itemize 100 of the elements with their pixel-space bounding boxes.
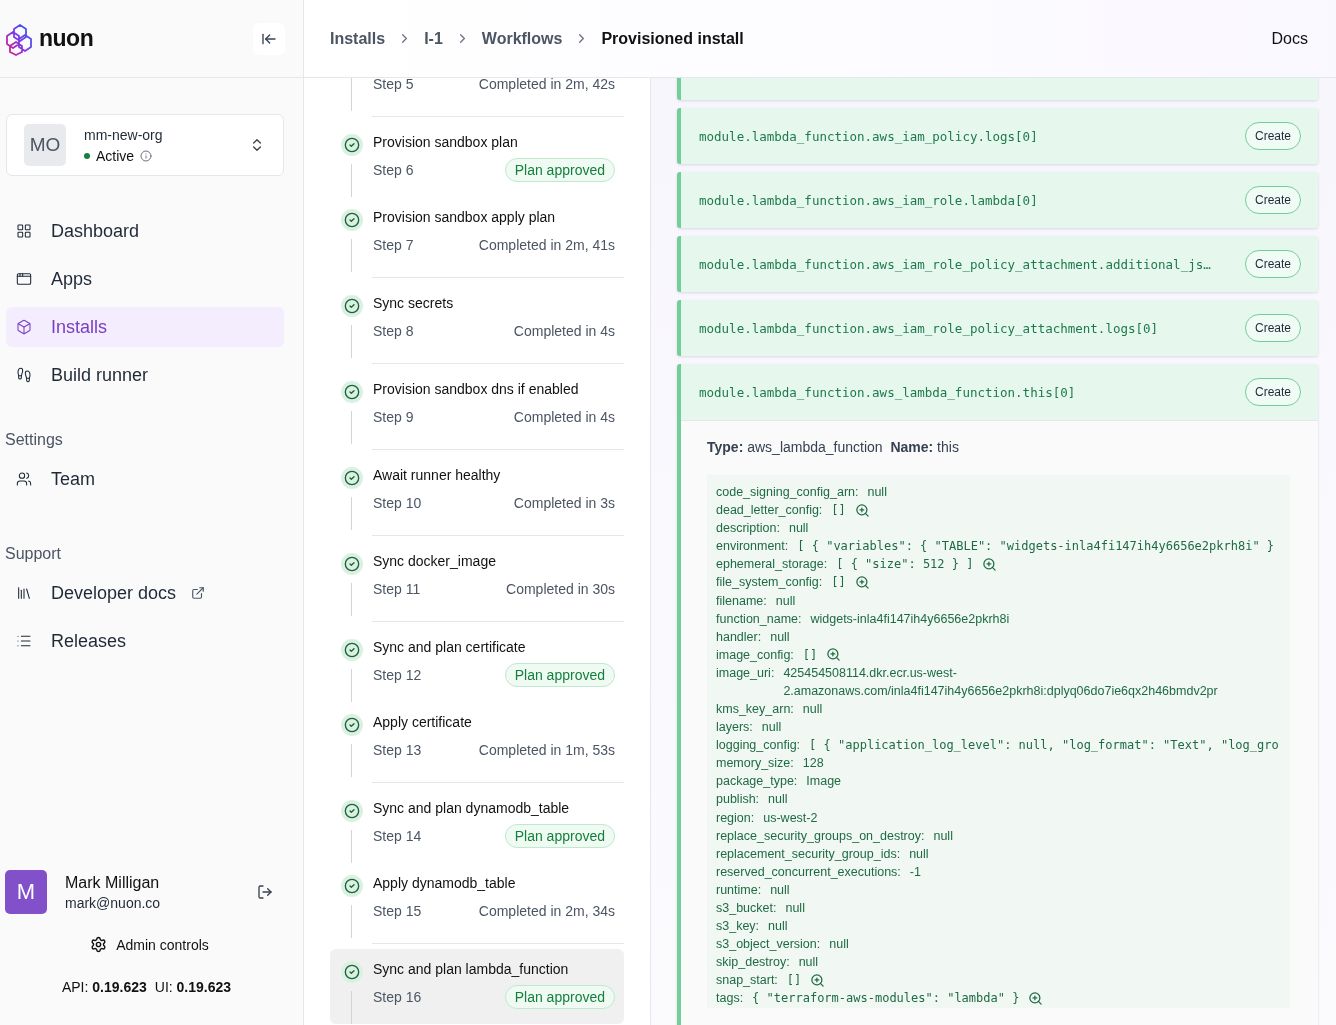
attribute-value: null — [867, 484, 887, 501]
step-item[interactable]: Sync and plan lambda_function Step 16 Plan approved — [330, 949, 624, 1024]
create-button[interactable]: Create — [1244, 122, 1301, 150]
resource-address: module.lambda_function.aws_iam_role_policy_attachment.logs[0] — [699, 320, 1159, 336]
step-title: Sync and plan dynamodb_table — [373, 799, 571, 818]
nav-item[interactable]: Installs — [6, 307, 284, 347]
breadcrumb-link[interactable]: I-1 — [424, 29, 443, 48]
zoom-in-icon[interactable] — [1028, 990, 1044, 1006]
step-number: Step 6 — [373, 162, 414, 178]
status-badge: Plan approved — [504, 824, 615, 848]
check-icon — [340, 961, 363, 983]
step-number: Step 12 — [373, 667, 422, 683]
admin-controls-button[interactable]: Admin controls — [82, 932, 217, 957]
breadcrumb-link[interactable]: Installs — [330, 29, 386, 48]
attribute-value: null — [768, 918, 788, 936]
nav-item[interactable]: Team — [6, 459, 284, 499]
create-button[interactable]: Create — [1244, 314, 1301, 342]
attribute-key: description: — [716, 519, 780, 538]
step-item[interactable]: Provision sandbox apply plan Step 7 Completed in 2m, 41s — [330, 197, 624, 272]
step-title: Sync and plan certificate — [373, 638, 527, 657]
attribute-key: dead_letter_config: — [716, 501, 823, 520]
org-name: mm-new-org — [84, 126, 164, 143]
attribute-key: image_uri: — [716, 663, 775, 682]
zoom-in-icon[interactable] — [982, 556, 998, 572]
attribute-key: replace_security_groups_on_destroy: — [716, 826, 925, 845]
attribute-value: [ { "size": 512 } ] — [836, 556, 974, 574]
zoom-in-icon[interactable] — [854, 574, 870, 590]
create-button[interactable]: Create — [1244, 186, 1301, 214]
external-link-icon — [191, 586, 206, 600]
step-title: Sync and plan lambda_function — [373, 960, 570, 979]
breadcrumb-link[interactable]: Provisioned install — [601, 29, 744, 48]
attribute-key: function_name: — [716, 609, 802, 628]
footprints-icon — [16, 367, 32, 383]
step-title: Sync secrets — [373, 294, 455, 313]
resource-type-line: Type: aws_lambda_function Name: this — [707, 439, 960, 455]
zoom-in-icon[interactable] — [810, 972, 826, 988]
attribute-key: image_config: — [716, 645, 794, 664]
create-button[interactable]: Create — [1244, 378, 1301, 406]
resource-address: module.lambda_function.aws_iam_policy.logs[0] — [699, 128, 1038, 144]
user-email: mark@nuon.co — [65, 894, 162, 911]
nav-item[interactable]: Dashboard — [6, 211, 284, 251]
step-title: Provision sandbox apply plan — [373, 208, 557, 227]
attribute-key: ephemeral_storage: — [716, 555, 828, 574]
nav-item[interactable]: Developer docs — [6, 573, 284, 613]
attribute-key: snap_start: — [716, 971, 778, 990]
zoom-in-icon[interactable] — [826, 647, 842, 663]
step-duration: Completed in 3s — [513, 495, 615, 511]
docs-link[interactable]: Docs — [1271, 29, 1308, 48]
list-icon — [16, 633, 32, 649]
check-icon — [340, 134, 363, 156]
step-item[interactable]: Apply certificate Step 13 Completed in 1m, 53s — [330, 702, 624, 777]
org-switcher[interactable]: MO mm-new-org Active — [6, 114, 284, 176]
attribute-key: handler: — [716, 627, 762, 646]
step-number: Step 16 — [373, 989, 422, 1005]
check-icon — [340, 714, 363, 736]
step-item[interactable]: Sync and plan dynamodb_table Step 14 Plan approved — [330, 788, 624, 863]
zoom-in-icon[interactable] — [854, 502, 870, 518]
collapse-sidebar-button[interactable] — [253, 22, 285, 55]
attribute-value: -1 — [909, 863, 921, 881]
step-item[interactable]: Provision sandbox dns if enabled Step 9 Completed in 4s — [330, 369, 624, 444]
step-item[interactable]: Await runner healthy Step 10 Completed in 3s — [330, 455, 624, 530]
step-duration: Completed in 4s — [513, 409, 615, 425]
check-icon — [340, 381, 363, 403]
step-item[interactable]: Sync secrets Step 8 Completed in 4s — [330, 283, 624, 358]
step-item[interactable]: Provision sandbox plan Step 6 Plan approved — [330, 122, 624, 197]
attribute-value: [ { "variables": { "TABLE": "widgets-inla4fi147ih4y6656e2pkrh8i" } — [797, 538, 1275, 556]
step-title: Provision sandbox plan — [373, 133, 519, 152]
version-text: API: 0.19.623 — [61, 979, 147, 995]
attribute-value: null — [770, 628, 790, 646]
step-item[interactable]: Sync docker_image Step 11 Completed in 30s — [330, 541, 624, 616]
attribute-key: region: — [716, 808, 755, 827]
gear-icon — [90, 936, 108, 953]
nav-item[interactable]: Apps — [6, 259, 284, 299]
attribute-key: reserved_concurrent_executions: — [716, 862, 901, 881]
window-icon — [16, 271, 32, 287]
attribute-key: file_system_config: — [716, 573, 823, 592]
step-number: Step 5 — [373, 78, 414, 92]
attribute-value: Image — [806, 773, 842, 791]
attribute-value: null — [788, 520, 809, 538]
step-item[interactable]: Sync and plan certificate Step 12 Plan approved — [330, 627, 624, 702]
attribute-key: package_type: — [716, 772, 798, 791]
version-text: UI: 0.19.623 — [154, 979, 232, 995]
step-item[interactable]: Step 5 Completed in 2m, 42s — [330, 78, 624, 111]
step-number: Step 11 — [373, 581, 421, 597]
nav-item[interactable]: Releases — [6, 621, 284, 661]
attribute-key: filename: — [716, 591, 767, 610]
breadcrumb-link[interactable]: Workflows — [481, 29, 563, 48]
status-badge: Plan approved — [504, 663, 615, 687]
attribute-value: [ { "application_log_level": null, "log_format": "Text", "log_gro — [809, 737, 1279, 755]
step-title: Await runner healthy — [373, 466, 502, 485]
logout-icon[interactable] — [257, 884, 273, 900]
step-title: Sync docker_image — [373, 552, 497, 571]
step-duration: Completed in 4s — [513, 323, 615, 339]
step-number: Step 14 — [373, 828, 422, 844]
step-item[interactable]: Apply dynamodb_table Step 15 Completed in 2m, 34s — [330, 863, 624, 938]
attribute-value: null — [829, 936, 849, 954]
create-button[interactable]: Create — [1244, 250, 1301, 278]
resource-address: module.lambda_function.aws_iam_role.lambda[0] — [699, 192, 1038, 208]
nav-item[interactable]: Build runner — [6, 355, 284, 395]
check-icon — [340, 295, 363, 317]
